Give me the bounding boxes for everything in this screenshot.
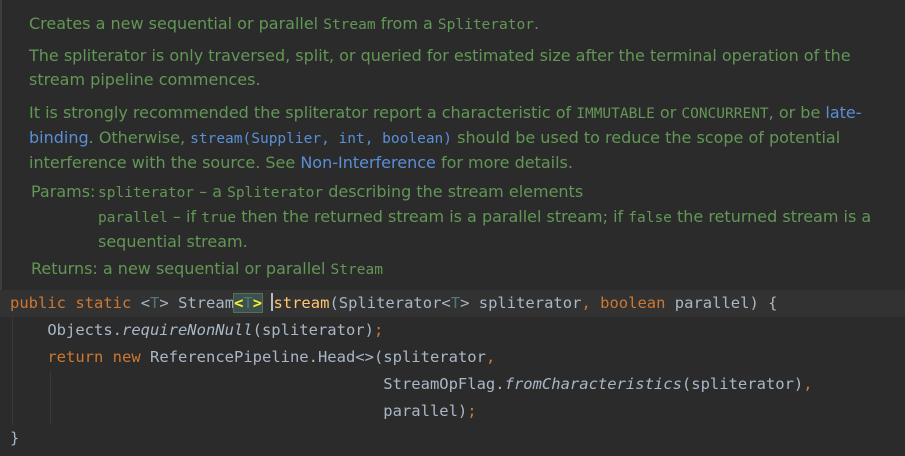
code-concurrent: CONCURRENT [681, 106, 769, 122]
param-name-spliterator: spliterator [98, 185, 195, 201]
code-line-6[interactable]: } [10, 425, 19, 452]
javadoc-popup: Creates a new sequential or parallel Str… [0, 0, 905, 290]
code-line-3[interactable]: return new ReferencePipeline.Head<>(spli… [10, 344, 495, 371]
matched-bracket: <T> [233, 293, 264, 313]
javadoc-summary: Creates a new sequential or parallel Str… [29, 14, 540, 33]
javadoc-paragraph-recommendation: It is strongly recommended the spliterat… [29, 103, 862, 172]
code-line-5[interactable]: parallel); [10, 398, 476, 425]
param-row-spliterator: Params: spliterator – a Spliterator desc… [31, 180, 891, 205]
params-label: Params: [31, 182, 96, 201]
code-spliterator-type: Spliterator [227, 185, 324, 201]
code-stream: Stream [323, 17, 376, 33]
code-editor[interactable]: public static <T> Stream<T> stream(Split… [0, 290, 905, 456]
code-stream-return: Stream [330, 262, 383, 278]
code-line-2[interactable]: Objects.requireNonNull(spliterator); [10, 317, 383, 344]
link-stream-supplier[interactable]: stream(Supplier, int, boolean) [190, 131, 452, 147]
returns-label: Returns: [31, 259, 98, 278]
javadoc-paragraph-traversal: The spliterator is only traversed, split… [29, 46, 851, 89]
param-name-parallel: parallel [98, 210, 168, 226]
javadoc-returns: Returns: a new sequential or parallel St… [31, 259, 383, 278]
param-row-parallel: parallel – if true then the returned str… [98, 207, 872, 251]
link-non-interference[interactable]: Non-Interference [300, 153, 436, 172]
method-name-stream: stream [273, 294, 330, 312]
code-false: false [628, 210, 672, 226]
code-line-1[interactable]: public static <T> Stream<T> stream(Split… [0, 290, 905, 317]
javadoc-params: Params: spliterator – a Spliterator desc… [31, 180, 891, 282]
code-immutable: IMMUTABLE [576, 106, 655, 122]
code-true: true [201, 210, 237, 226]
code-spliterator: Spliterator [437, 17, 534, 33]
javadoc-body: Creates a new sequential or parallel Str… [29, 12, 889, 175]
code-line-4[interactable]: StreamOpFlag.fromCharacteristics(spliter… [10, 371, 812, 398]
